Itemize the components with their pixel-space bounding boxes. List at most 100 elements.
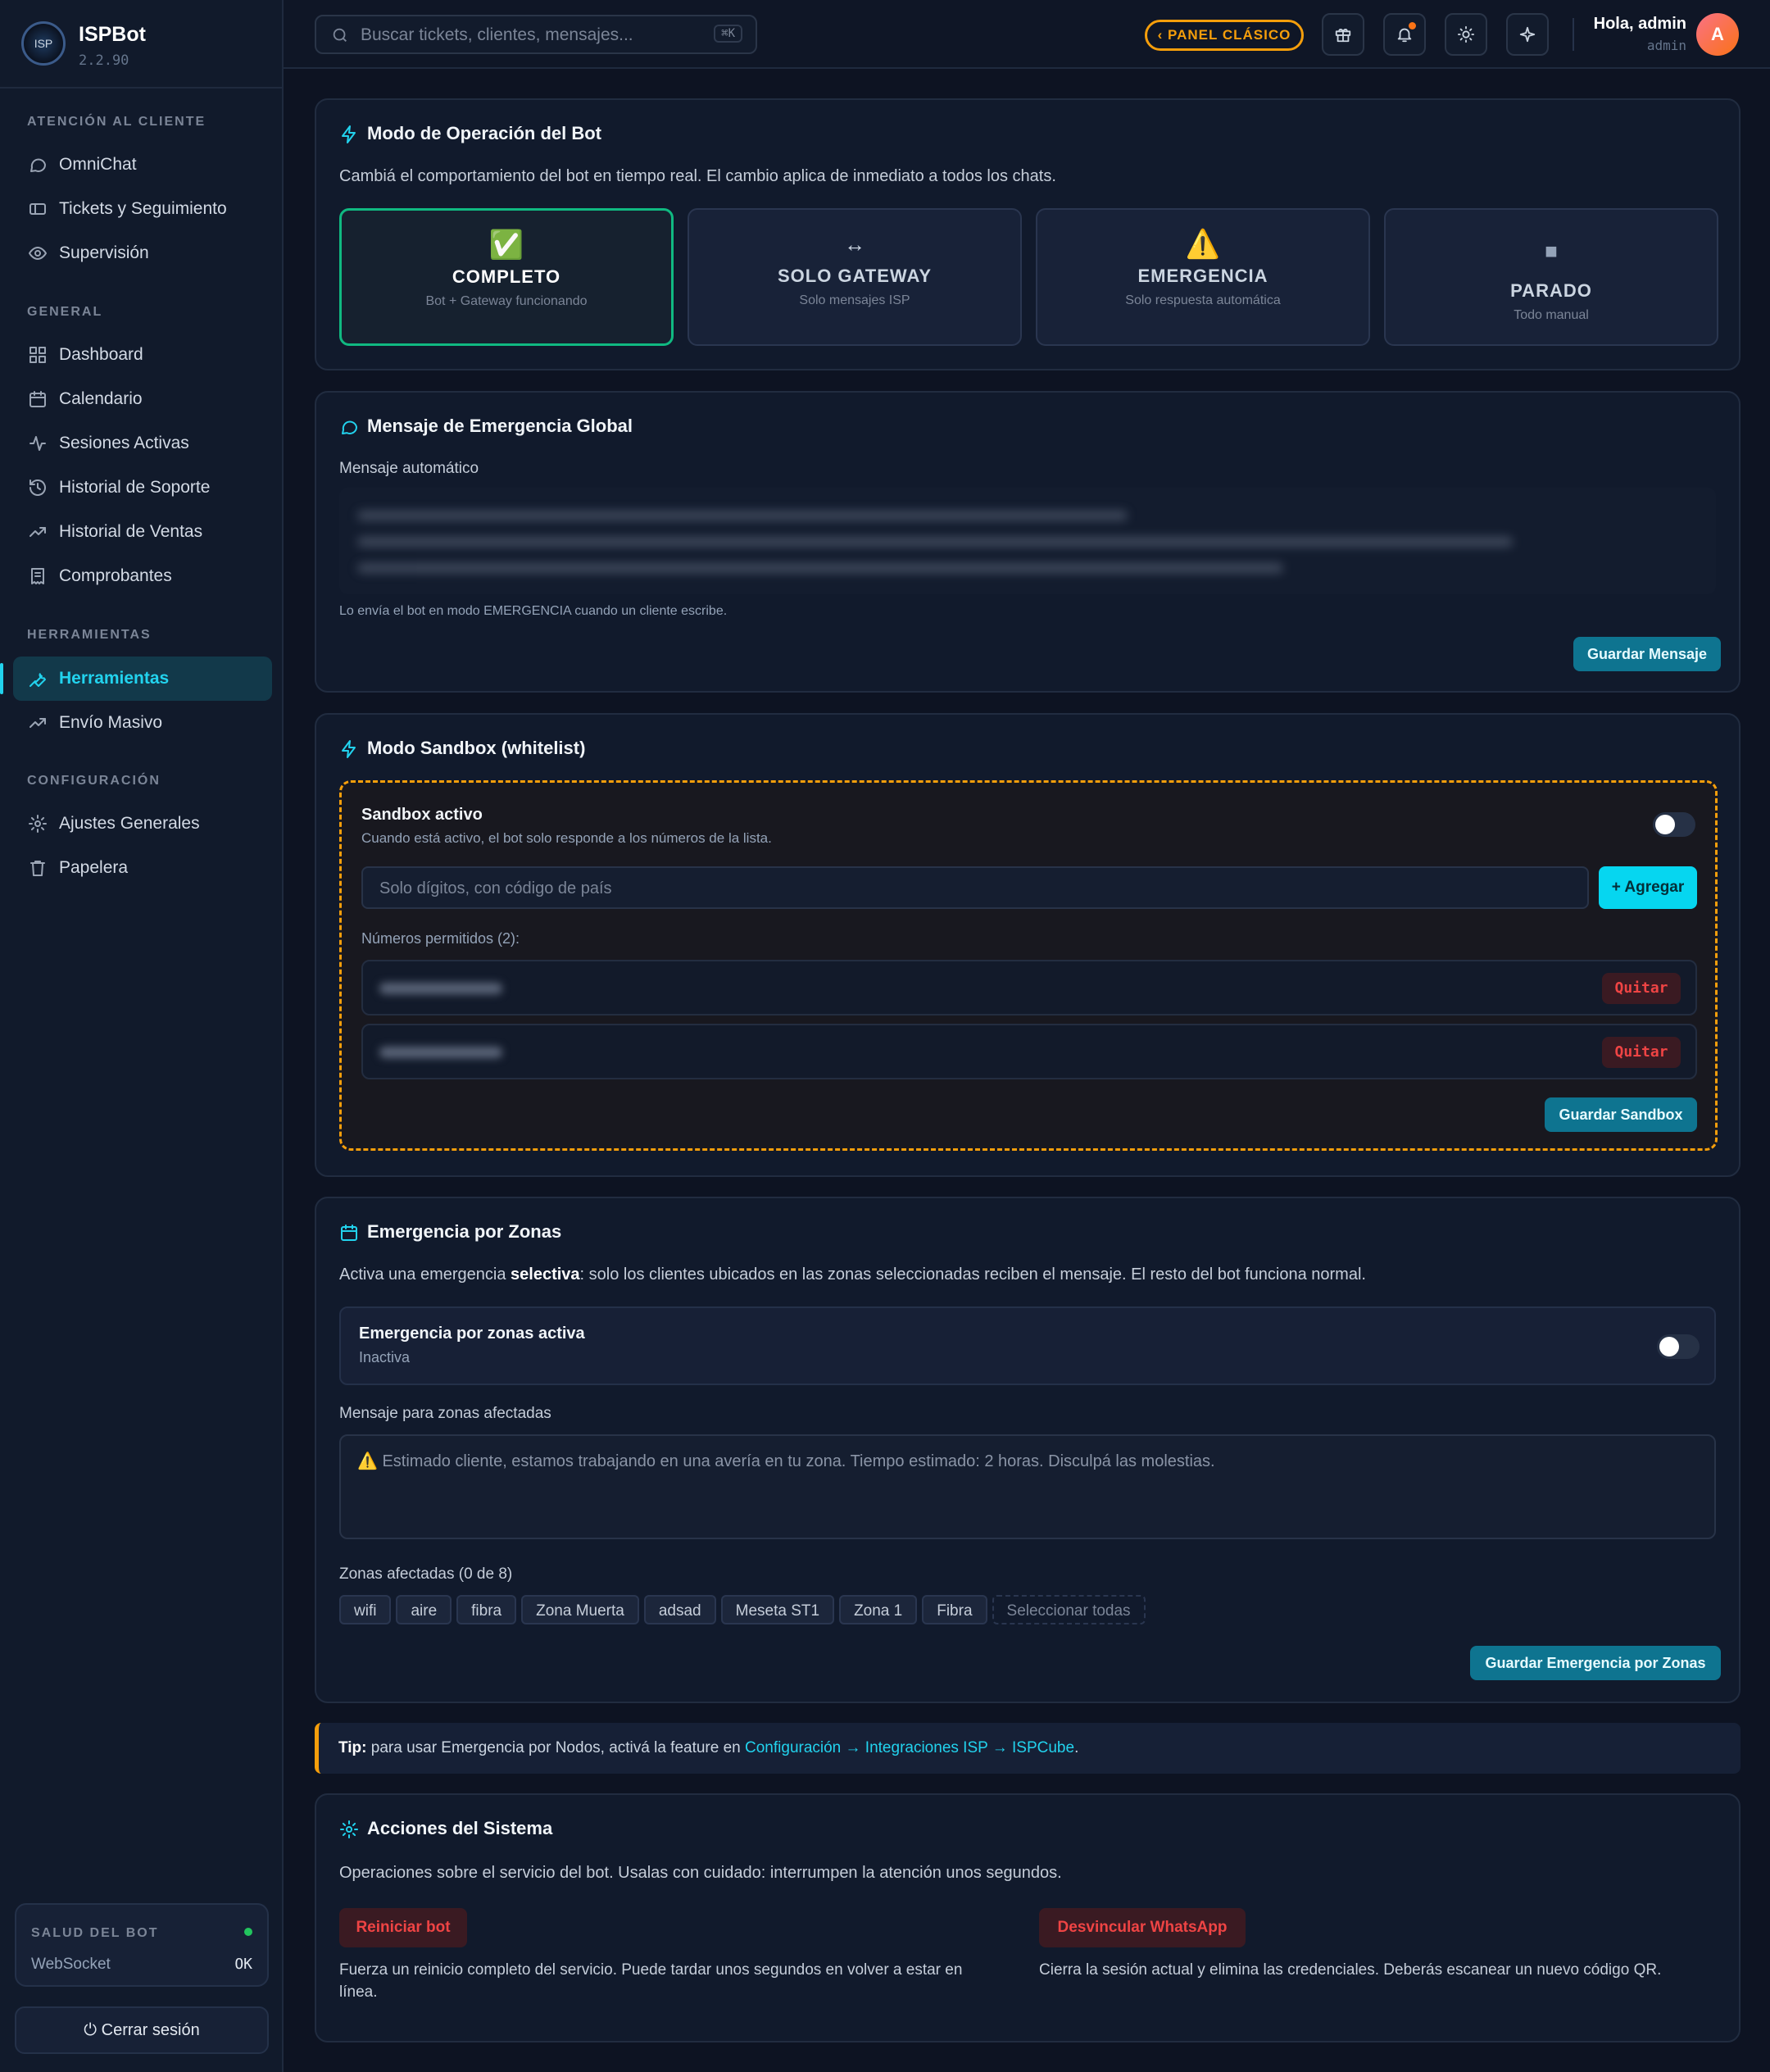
mode-option-emergencia[interactable]: ⚠️ EMERGENCIA Solo respuesta automática xyxy=(1036,208,1370,346)
restart-description: Fuerza un reinicio completo del servicio… xyxy=(339,1961,963,2001)
redacted-text xyxy=(357,511,1128,520)
shortcut-hint: ⌘K xyxy=(714,25,742,43)
ticket-icon xyxy=(28,199,48,219)
mode-name: COMPLETO xyxy=(452,266,561,287)
select-all-zones-button[interactable]: Seleccionar todas xyxy=(992,1595,1146,1624)
sidebar-item-sesiones[interactable]: Sesiones Activas xyxy=(13,421,272,466)
notification-dot xyxy=(1409,22,1416,30)
sidebar-item-label: Historial de Soporte xyxy=(59,478,211,497)
logout-button[interactable]: ⏻ Cerrar sesión xyxy=(15,2006,269,2054)
sandbox-toggle[interactable] xyxy=(1653,812,1695,837)
restart-bot-button[interactable]: Reiniciar bot xyxy=(339,1908,467,1947)
sidebar-item-label: Calendario xyxy=(59,389,143,408)
sparkle-icon xyxy=(1519,26,1536,43)
sidebar-item-label: Tickets y Seguimiento xyxy=(59,199,227,218)
zone-chip[interactable]: Meseta ST1 xyxy=(720,1595,835,1624)
redacted-number xyxy=(379,983,502,994)
sidebar-item-papelera[interactable]: Papelera xyxy=(13,846,272,890)
add-number-button[interactable]: + Agregar xyxy=(1599,866,1697,909)
zone-chip[interactable]: Zona 1 xyxy=(839,1595,918,1624)
sidebar-item-historial-soporte[interactable]: Historial de Soporte xyxy=(13,466,272,510)
mode-option-completo[interactable]: ✅ COMPLETO Bot + Gateway funcionando xyxy=(339,208,674,346)
save-message-button[interactable]: Guardar Mensaje xyxy=(1573,637,1721,671)
avatar[interactable]: A xyxy=(1696,13,1739,56)
zones-label: Zonas afectadas (0 de 8) xyxy=(339,1565,513,1583)
zones-message-textarea[interactable] xyxy=(356,1449,1695,1526)
sidebar-item-label: Ajustes Generales xyxy=(59,814,200,833)
sidebar-item-label: Dashboard xyxy=(59,345,143,364)
classic-panel-button[interactable]: ‹ PANEL CLÁSICO xyxy=(1145,20,1304,51)
gift-button[interactable] xyxy=(1322,13,1364,56)
zone-chip[interactable]: Zona Muerta xyxy=(521,1595,639,1624)
tip-body: para usar Emergencia por Nodos, activá l… xyxy=(366,1739,746,1756)
check-icon: ✅ xyxy=(488,229,524,261)
sidebar-item-herramientas[interactable]: Herramientas xyxy=(0,657,272,701)
zones-toggle[interactable] xyxy=(1657,1334,1700,1359)
calendar-icon xyxy=(28,389,48,409)
redacted-text xyxy=(357,563,1283,573)
phone-field[interactable] xyxy=(361,866,1589,909)
zone-chip[interactable]: Fibra xyxy=(922,1595,987,1624)
notifications-button[interactable] xyxy=(1383,13,1426,56)
zone-chip[interactable]: wifi xyxy=(339,1595,392,1624)
sandbox-toggle-desc: Cuando está activo, el bot solo responde… xyxy=(361,830,772,846)
mode-option-parado[interactable]: ■ PARADO Todo manual xyxy=(1384,208,1718,346)
sidebar-item-dashboard[interactable]: Dashboard xyxy=(13,333,272,377)
help-text: Lo envía el bot en modo EMERGENCIA cuand… xyxy=(339,604,728,618)
nav-section-general: GENERAL xyxy=(27,305,103,319)
mode-option-solo-gateway[interactable]: ↔ SOLO GATEWAY Solo mensajes ISP xyxy=(688,208,1022,346)
sidebar-item-ajustes[interactable]: Ajustes Generales xyxy=(13,802,272,846)
remove-number-button[interactable]: Quitar xyxy=(1602,1037,1681,1068)
save-sandbox-button[interactable]: Guardar Sandbox xyxy=(1545,1097,1697,1132)
sidebar-item-omnichat[interactable]: OmniChat xyxy=(13,143,272,187)
zones-message-field[interactable] xyxy=(339,1434,1716,1539)
mode-sub: Bot + Gateway funcionando xyxy=(425,294,588,308)
theme-toggle-button[interactable] xyxy=(1445,13,1487,56)
sidebar-item-comprobantes[interactable]: Comprobantes xyxy=(13,554,272,598)
zone-chip[interactable]: adsad xyxy=(643,1595,716,1624)
nav-section-herramientas: HERRAMIENTAS xyxy=(27,628,152,642)
gear-icon xyxy=(339,1820,359,1839)
tip-link[interactable]: Configuración → Integraciones ISP → ISPC… xyxy=(745,1739,1074,1756)
field-label: Mensaje automático xyxy=(339,460,479,477)
health-key: WebSocket xyxy=(31,1956,111,1973)
logo: ISP xyxy=(21,21,66,66)
chat-bubble-icon xyxy=(339,417,359,437)
unlink-whatsapp-button[interactable]: Desvincular WhatsApp xyxy=(1039,1908,1246,1947)
sidebar-item-supervision[interactable]: Supervisión xyxy=(13,231,272,275)
card-description: Activa una emergencia selectiva: solo lo… xyxy=(339,1265,1366,1284)
wrench-icon xyxy=(28,669,48,688)
nav-section-atencion: ATENCIÓN AL CLIENTE xyxy=(27,115,206,129)
calendar-icon xyxy=(339,1223,359,1243)
unlink-description: Cierra la sesión actual y elimina las cr… xyxy=(1039,1961,1662,1979)
sandbox-toggle-title: Sandbox activo xyxy=(361,806,483,824)
sidebar: ISP ISPBot 2.2.90 ATENCIÓN AL CLIENTE Om… xyxy=(0,0,284,2072)
search-input[interactable] xyxy=(359,23,690,48)
mode-name: EMERGENCIA xyxy=(1137,266,1268,286)
sun-icon xyxy=(1457,25,1475,43)
search-box[interactable]: ⌘K xyxy=(315,15,757,54)
tip-bold: Tip: xyxy=(338,1739,367,1756)
chat-bubble-icon xyxy=(28,155,48,175)
sidebar-item-historial-ventas[interactable]: Historial de Ventas xyxy=(13,510,272,554)
zone-chip[interactable]: fibra xyxy=(456,1595,517,1624)
toggle-knob xyxy=(1655,815,1675,834)
tip-banner: Tip: para usar Emergencia por Nodos, act… xyxy=(315,1723,1740,1774)
zone-chip[interactable]: aire xyxy=(396,1595,452,1624)
health-value: OK xyxy=(234,1956,252,1973)
ai-button[interactable] xyxy=(1506,13,1549,56)
phone-input[interactable] xyxy=(378,876,1483,901)
remove-number-button[interactable]: Quitar xyxy=(1602,973,1681,1004)
lightning-icon xyxy=(339,739,359,759)
zones-emergency-card: Emergencia por Zonas Activa una emergenc… xyxy=(315,1197,1740,1703)
save-zones-button[interactable]: Guardar Emergencia por Zonas xyxy=(1470,1646,1721,1680)
gear-icon xyxy=(28,814,48,834)
bot-mode-card: Modo de Operación del Bot Cambiá el comp… xyxy=(315,98,1740,370)
bot-health-panel: SALUD DEL BOT WebSocket OK xyxy=(15,1903,269,1987)
zone-chips: wifi aire fibra Zona Muerta adsad Meseta ST1 Z… xyxy=(339,1595,1150,1624)
sidebar-item-envio-masivo[interactable]: Envío Masivo xyxy=(13,701,272,745)
mode-sub: Todo manual xyxy=(1514,308,1589,322)
sidebar-item-calendario[interactable]: Calendario xyxy=(13,377,272,421)
emergency-message-textarea[interactable] xyxy=(339,488,1716,594)
sidebar-item-tickets[interactable]: Tickets y Seguimiento xyxy=(13,187,272,231)
